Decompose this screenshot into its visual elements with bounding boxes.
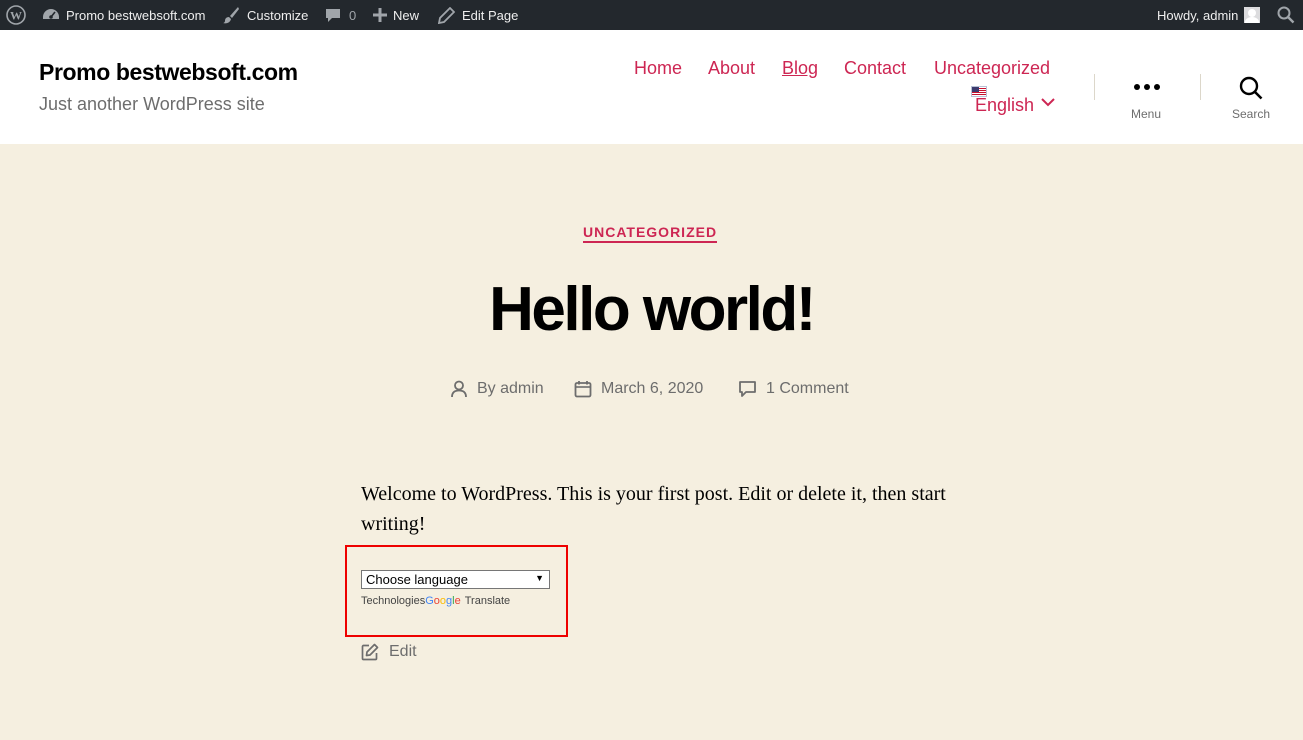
user-icon — [451, 380, 467, 398]
plus-icon — [373, 8, 387, 22]
edit-label: Edit — [389, 643, 417, 660]
translate-label: Translate — [464, 595, 511, 607]
comments-label: 1 Comment — [766, 380, 849, 397]
nav-home[interactable]: Home — [634, 58, 682, 79]
customize-label: Customize — [247, 7, 309, 23]
comment-icon — [739, 381, 756, 397]
post-author[interactable]: By admin — [450, 379, 544, 399]
highlight-box — [345, 545, 568, 637]
nav-about[interactable]: About — [708, 58, 755, 79]
author-label: By admin — [477, 380, 544, 397]
avatar — [1244, 7, 1261, 23]
account-menu[interactable]: Howdy, admin — [1157, 0, 1261, 30]
search-toggle-label[interactable]: Search — [1232, 107, 1270, 121]
post-content: Welcome to WordPress. This is your first… — [361, 483, 946, 535]
wordpress-logo-icon[interactable]: W — [6, 0, 26, 30]
site-header: Promo bestwebsoft.com Just another WordP… — [0, 30, 1303, 144]
date-label: March 6, 2020 — [601, 380, 704, 397]
comments-link[interactable]: 0 — [325, 0, 356, 30]
divider — [1200, 74, 1201, 100]
nav-contact[interactable]: Contact — [844, 58, 906, 79]
brush-icon — [223, 7, 239, 24]
site-description: Just another WordPress site — [39, 94, 265, 114]
edit-page-link[interactable]: Edit Page — [438, 0, 518, 30]
howdy-label: Howdy, admin — [1157, 7, 1239, 23]
search-icon[interactable] — [1239, 76, 1263, 100]
dashboard-icon — [43, 9, 59, 19]
divider — [1094, 74, 1095, 100]
dropdown-arrow-icon: ▼ — [535, 573, 544, 583]
admin-bar-search-icon[interactable] — [1277, 0, 1295, 30]
nav-blog[interactable]: Blog — [782, 58, 818, 79]
menu-toggle-label[interactable]: Menu — [1131, 107, 1161, 121]
admin-bar-site-link[interactable]: Promo bestwebsoft.com — [42, 0, 205, 30]
powered-prefix: Technologies — [361, 595, 426, 607]
pencil-icon — [438, 6, 455, 24]
calendar-icon — [574, 381, 592, 398]
comments-count: 0 — [349, 7, 357, 23]
nav-uncategorized[interactable]: Uncategorized — [934, 58, 1050, 79]
translate-select-value: Choose language — [366, 572, 468, 587]
comment-bubble-icon — [326, 9, 340, 22]
post-title: Hello world! — [489, 275, 816, 344]
customize-link[interactable]: Customize — [222, 0, 308, 30]
chevron-down-icon[interactable] — [1041, 98, 1055, 107]
admin-bar: W Promo bestwebsoft.com Customize 0 New … — [0, 0, 1303, 30]
google-translate-select[interactable]: Choose language ▼ — [361, 570, 550, 589]
admin-bar-site-name: Promo bestwebsoft.com — [66, 7, 206, 23]
edit-post-link[interactable]: Edit — [361, 643, 417, 661]
post-date[interactable]: March 6, 2020 — [574, 379, 703, 399]
google-logo[interactable]: Google — [425, 595, 461, 607]
new-content-link[interactable]: New — [373, 0, 419, 30]
edit-icon — [361, 643, 379, 661]
site-title[interactable]: Promo bestwebsoft.com — [39, 59, 298, 86]
ellipsis-menu-icon[interactable] — [1133, 83, 1161, 91]
edit-page-label: Edit Page — [462, 7, 519, 23]
powered-by-google-translate: Technologies Google Translate — [361, 595, 510, 607]
post-comments-link[interactable]: 1 Comment — [738, 379, 849, 399]
svg-text:W: W — [10, 9, 22, 23]
language-switcher[interactable]: English — [975, 95, 1034, 116]
new-label: New — [393, 7, 420, 23]
category-link[interactable]: UNCATEGORIZED — [583, 224, 718, 243]
